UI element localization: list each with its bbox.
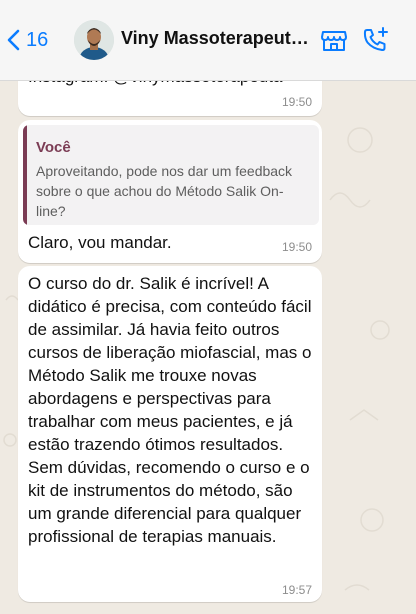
- quoted-message[interactable]: Você Aproveitando, pode nos dar um feedb…: [23, 125, 319, 225]
- chat-header: 16 Viny Massoterapeuta...: [0, 0, 416, 81]
- quote-text: Aproveitando, pode nos dar um feedback s…: [36, 163, 293, 219]
- message-text: Claro, vou mandar.: [28, 233, 172, 252]
- message-text: O curso do dr. Salik é incrível! A didát…: [28, 274, 312, 546]
- add-call-icon: [363, 27, 388, 51]
- message-bubble[interactable]: O curso do dr. Salik é incrível! A didát…: [18, 266, 322, 602]
- call-button[interactable]: [360, 24, 392, 56]
- chevron-left-icon: [7, 29, 20, 51]
- quote-author: Você: [36, 139, 71, 156]
- avatar[interactable]: [74, 20, 114, 60]
- message-bubble-reply[interactable]: Você Aproveitando, pode nos dar um feedb…: [18, 120, 322, 263]
- storefront-icon: [321, 31, 347, 51]
- back-button[interactable]: 16: [6, 24, 48, 56]
- unread-count: 16: [26, 28, 49, 51]
- contact-name[interactable]: Viny Massoterapeuta...: [121, 28, 309, 49]
- message-time: 19:50: [281, 240, 312, 254]
- message-time: 19:57: [281, 583, 312, 597]
- avatar-image: [74, 20, 114, 60]
- quote-accent-bar: [23, 125, 27, 225]
- catalog-button[interactable]: [318, 24, 350, 56]
- message-time: 19:50: [281, 95, 312, 109]
